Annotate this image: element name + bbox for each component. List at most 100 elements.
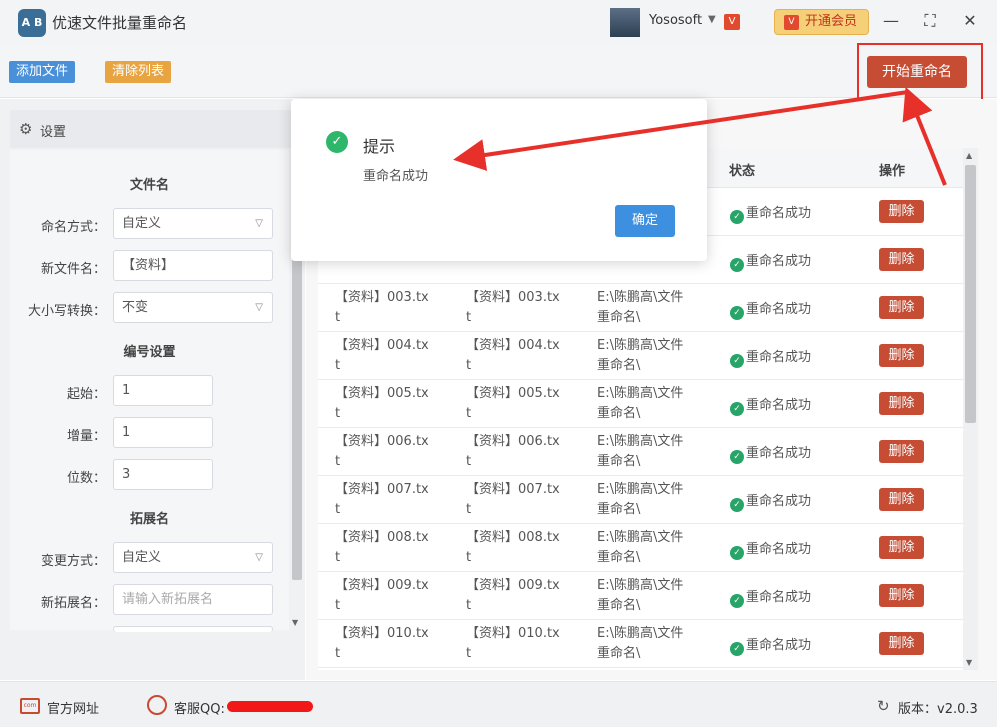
status-text: 重命名成功 [746, 302, 812, 317]
settings-header-label: 设置 [40, 125, 67, 140]
table-row[interactable]: 【资料】007.tx t 【资料】007.tx t E:\陈鹏高\文件 重命名\ ✓ 重命名成… [318, 476, 963, 524]
table-scrollbar-thumb[interactable] [965, 165, 976, 423]
delete-button[interactable]: 删除 [879, 296, 924, 319]
status-text: 重命名成功 [746, 446, 812, 461]
status-cell: ✓ 重命名成功 [730, 250, 811, 272]
path-cell: E:\陈鹏高\文件 重命名\ [597, 578, 684, 613]
increment-input[interactable]: 1 [113, 417, 213, 448]
increment-label: 增量： [66, 429, 106, 444]
table-row[interactable]: 【资料】004.tx t 【资料】004.tx t E:\陈鹏高\文件 重命名\ ✓ 重命名成… [318, 332, 963, 380]
table-row[interactable]: 【资料】009.tx t 【资料】009.tx t E:\陈鹏高\文件 重命名\ ✓ 重命名成… [318, 572, 963, 620]
app-logo-icon: A B [18, 9, 46, 37]
status-text: 重命名成功 [746, 350, 812, 365]
settings-header[interactable]: ⚙ 设置 [10, 110, 305, 148]
chevron-down-icon: ▽ [255, 302, 263, 313]
status-cell: ✓ 重命名成功 [730, 346, 811, 368]
ext-mode-label: 变更方式： [40, 554, 106, 569]
check-circle-icon: ✓ [730, 258, 744, 272]
clear-list-button[interactable]: 清除列表 [105, 61, 172, 83]
naming-mode-value: 自定义 [122, 216, 162, 231]
delete-button[interactable]: 删除 [879, 200, 924, 223]
start-number-input[interactable]: 1 [113, 375, 213, 406]
original-name-cell: 【资料】004.tx t [335, 338, 429, 373]
extension-section-title: 拓展名 [129, 512, 169, 527]
delete-button[interactable]: 删除 [879, 440, 924, 463]
original-name-cell: 【资料】005.tx t [335, 386, 429, 421]
new-name-label: 新文件名： [40, 262, 106, 277]
toolbar: 添加文件 清除列表 开始重命名 [0, 44, 997, 98]
confirm-button[interactable]: 确定 [615, 205, 675, 237]
new-name-cell: 【资料】005.tx t [466, 386, 560, 421]
official-site-link[interactable]: 官方网址 [47, 698, 99, 717]
delete-button[interactable]: 删除 [879, 584, 924, 607]
dialog-title: 提示 [363, 137, 396, 156]
check-circle-icon: ✓ [730, 354, 744, 368]
gear-icon: ⚙ [19, 120, 33, 138]
version-label: 版本：v2.0.3 [898, 702, 978, 717]
scroll-up-icon[interactable]: ▲ [966, 151, 972, 160]
naming-mode-select[interactable]: 自定义 ▽ [113, 208, 273, 239]
scroll-down-icon[interactable]: ▼ [292, 618, 298, 627]
start-label: 起始： [66, 387, 106, 402]
case-value: 不变 [122, 300, 149, 315]
original-name-cell: 【资料】007.tx t [335, 482, 429, 517]
add-files-button[interactable]: 添加文件 [9, 61, 76, 83]
delete-button[interactable]: 删除 [879, 536, 924, 559]
chevron-down-icon: ▽ [255, 218, 263, 229]
scroll-down-icon[interactable]: ▼ [966, 658, 972, 667]
status-text: 重命名成功 [746, 542, 812, 557]
new-name-cell: 【资料】006.tx t [466, 434, 560, 469]
user-name[interactable]: Yososoft [649, 13, 702, 28]
new-ext-label: 新拓展名： [40, 596, 106, 611]
vip-icon: V [784, 15, 799, 30]
refresh-icon[interactable]: ↻ [877, 697, 890, 715]
annotation-highlight-box [857, 43, 983, 102]
maximize-button[interactable]: ⛶ [920, 11, 940, 31]
table-row[interactable]: 【资料】010.tx t 【资料】010.tx t E:\陈鹏高\文件 重命名\ ✓ 重命名成… [318, 620, 963, 668]
original-name-cell: 【资料】003.tx t [335, 290, 429, 325]
close-button[interactable]: ✕ [960, 11, 980, 31]
table-row[interactable]: 【资料】008.tx t 【资料】008.tx t E:\陈鹏高\文件 重命名\ ✓ 重命名成… [318, 524, 963, 572]
digits-input[interactable]: 3 [113, 459, 213, 490]
chevron-down-icon[interactable]: ▼ [708, 14, 716, 25]
original-name-cell: 【资料】010.tx t [335, 626, 429, 661]
case-select[interactable]: 不变 ▽ [113, 292, 273, 323]
delete-button[interactable]: 删除 [879, 392, 924, 415]
new-ext-input[interactable]: 请输入新拓展名 [113, 584, 273, 615]
new-name-cell: 【资料】009.tx t [466, 578, 560, 613]
original-name-cell: 【资料】009.tx t [335, 578, 429, 613]
status-cell: ✓ 重命名成功 [730, 538, 811, 560]
ext-mode-select[interactable]: 自定义 ▽ [113, 542, 273, 573]
ext-mode-value: 自定义 [122, 550, 162, 565]
new-name-input[interactable]: 【资料】 [113, 250, 273, 281]
delete-button[interactable]: 删除 [879, 344, 924, 367]
table-row[interactable]: 【资料】006.tx t 【资料】006.tx t E:\陈鹏高\文件 重命名\ ✓ 重命名成… [318, 428, 963, 476]
new-name-cell: 【资料】003.tx t [466, 290, 560, 325]
check-circle-icon: ✓ [730, 450, 744, 464]
original-name-cell: 【资料】006.tx t [335, 434, 429, 469]
partial-field [113, 626, 273, 632]
delete-button[interactable]: 删除 [879, 488, 924, 511]
avatar[interactable] [610, 8, 640, 37]
minimize-button[interactable]: — [881, 11, 901, 31]
path-cell: E:\陈鹏高\文件 重命名\ [597, 386, 684, 421]
numbering-section-title: 编号设置 [123, 345, 176, 360]
table-row[interactable]: 【资料】005.tx t 【资料】005.tx t E:\陈鹏高\文件 重命名\ ✓ 重命名成… [318, 380, 963, 428]
delete-button[interactable]: 删除 [879, 248, 924, 271]
table-row[interactable]: 【资料】003.tx t 【资料】003.tx t E:\陈鹏高\文件 重命名\ ✓ 重命名成… [318, 284, 963, 332]
check-circle-icon: ✓ [730, 210, 744, 224]
delete-button[interactable]: 删除 [879, 632, 924, 655]
status-cell: ✓ 重命名成功 [730, 490, 811, 512]
digits-label: 位数： [66, 471, 106, 486]
check-circle-icon: ✓ [730, 594, 744, 608]
website-icon: com [20, 698, 40, 714]
status-text: 重命名成功 [746, 494, 812, 509]
status-cell: ✓ 重命名成功 [730, 586, 811, 608]
footer: com 官方网址 客服QQ: ↻ 版本：v2.0.3 [0, 681, 997, 727]
support-qq-label[interactable]: 客服QQ: [174, 698, 225, 717]
open-vip-button[interactable]: V 开通会员 [774, 9, 869, 35]
status-text: 重命名成功 [746, 638, 812, 653]
status-cell: ✓ 重命名成功 [730, 394, 811, 416]
new-name-cell: 【资料】007.tx t [466, 482, 560, 517]
status-text: 重命名成功 [746, 254, 812, 269]
